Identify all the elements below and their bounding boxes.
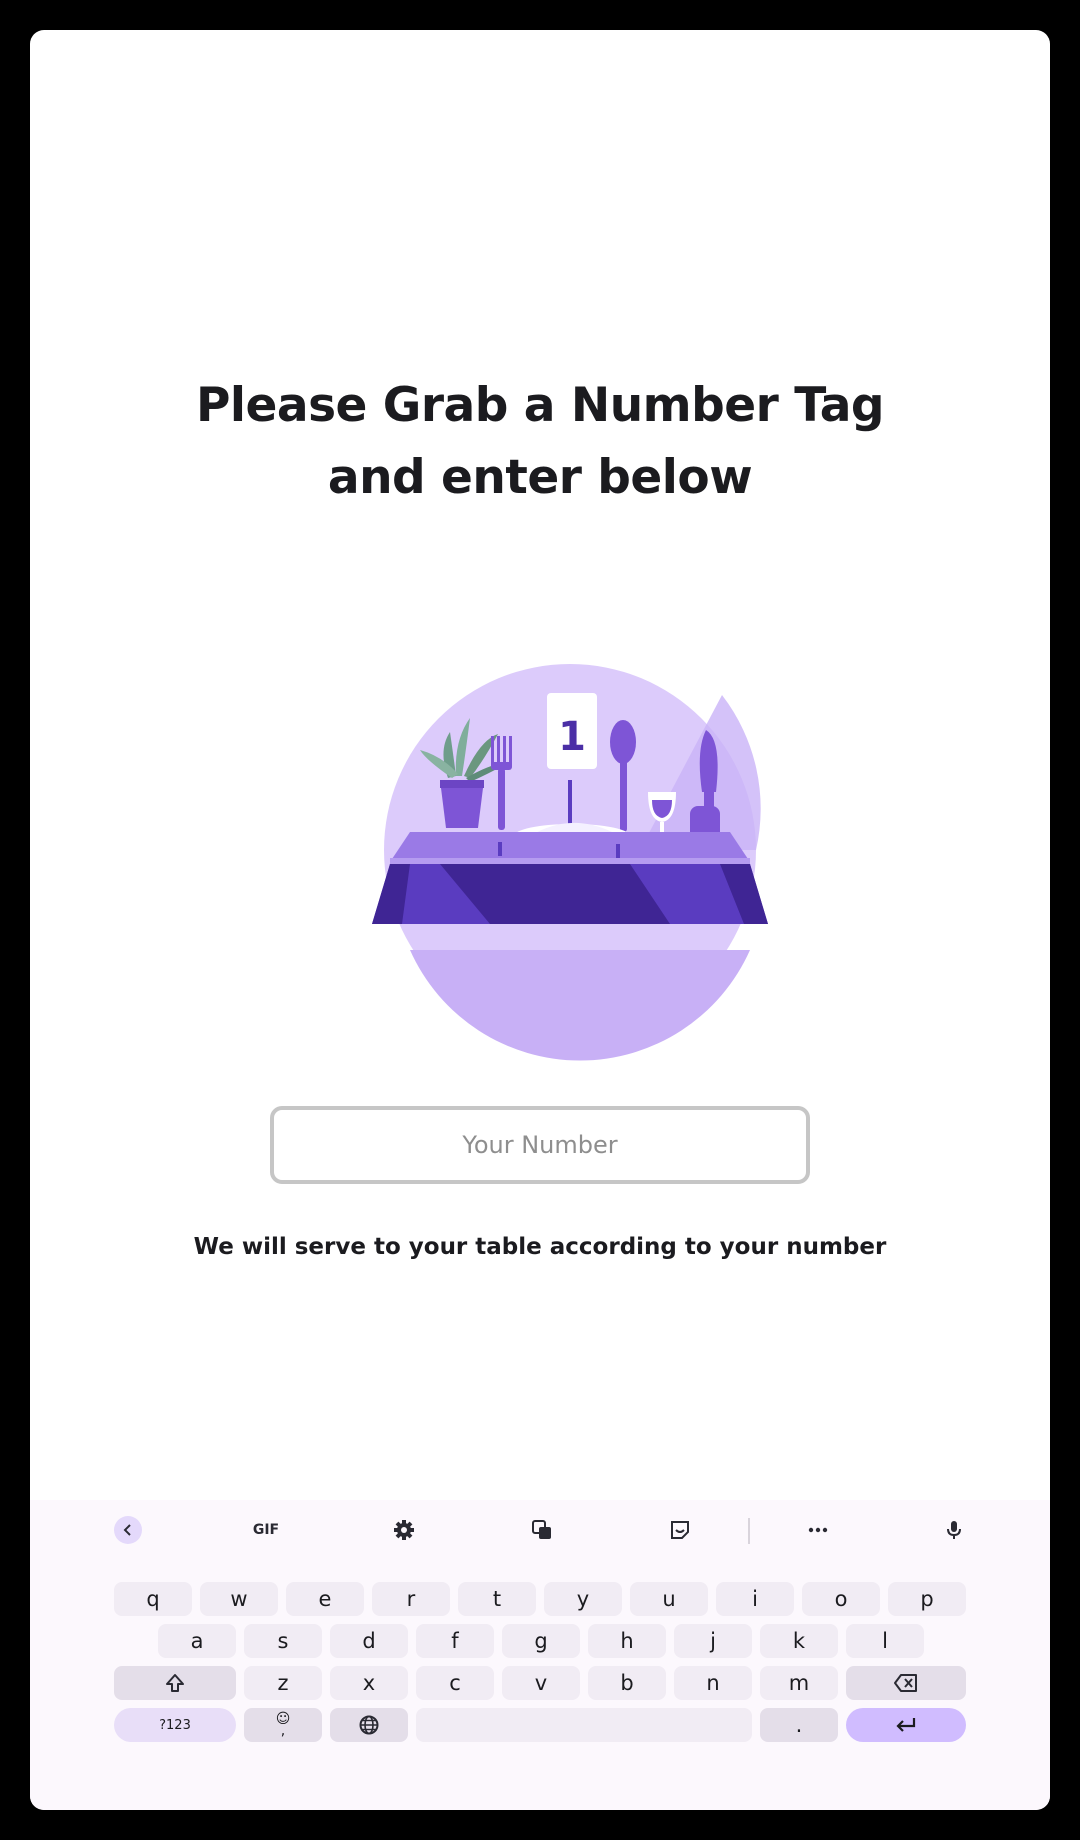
sticker-icon[interactable]	[664, 1514, 696, 1546]
key-v[interactable]: v	[502, 1666, 580, 1700]
key-p[interactable]: p	[888, 1582, 966, 1616]
key-a[interactable]: a	[158, 1624, 236, 1658]
key-f[interactable]: f	[416, 1624, 494, 1658]
key-s[interactable]: s	[244, 1624, 322, 1658]
number-input[interactable]	[270, 1106, 810, 1184]
key-w[interactable]: w	[200, 1582, 278, 1616]
comma-label: ,	[280, 1723, 286, 1739]
gif-button[interactable]: GIF	[244, 1514, 288, 1546]
key-h[interactable]: h	[588, 1624, 666, 1658]
key-b[interactable]: b	[588, 1666, 666, 1700]
table-fork	[498, 842, 502, 856]
backspace-key[interactable]	[846, 1666, 966, 1700]
key-d[interactable]: d	[330, 1624, 408, 1658]
translate-icon[interactable]	[526, 1514, 558, 1546]
backspace-icon	[894, 1674, 917, 1692]
keyboard-toolbar: GIF	[30, 1500, 1050, 1560]
circle-bottom	[410, 950, 750, 1061]
key-n[interactable]: n	[674, 1666, 752, 1700]
emoji-comma-key[interactable]: ☺ ,	[244, 1708, 322, 1742]
key-y[interactable]: y	[544, 1582, 622, 1616]
shift-key[interactable]	[114, 1666, 236, 1700]
globe-key[interactable]	[330, 1708, 408, 1742]
period-key[interactable]: .	[760, 1708, 838, 1742]
key-c[interactable]: c	[416, 1666, 494, 1700]
space-key[interactable]	[416, 1708, 752, 1742]
table-knife	[616, 844, 620, 858]
device-frame: Please Grab a Number Tag and enter below	[0, 0, 1080, 1840]
key-t[interactable]: t	[458, 1582, 536, 1616]
more-horizontal-icon[interactable]	[802, 1514, 834, 1546]
key-j[interactable]: j	[674, 1624, 752, 1658]
key-o[interactable]: o	[802, 1582, 880, 1616]
key-r[interactable]: r	[372, 1582, 450, 1616]
microphone-icon[interactable]	[938, 1514, 970, 1546]
number-input-container	[270, 1106, 810, 1184]
table-top	[390, 832, 750, 862]
gear-icon[interactable]	[388, 1514, 420, 1546]
symbols-key[interactable]: ?123	[114, 1708, 236, 1742]
shift-icon	[166, 1674, 184, 1692]
key-l[interactable]: l	[846, 1624, 924, 1658]
page-title: Please Grab a Number Tag and enter below	[30, 370, 1050, 514]
key-z[interactable]: z	[244, 1666, 322, 1700]
screen: Please Grab a Number Tag and enter below	[30, 30, 1050, 1810]
enter-icon	[896, 1718, 916, 1732]
table-illustration: 1	[372, 664, 768, 1061]
globe-icon	[359, 1715, 379, 1735]
enter-key[interactable]	[846, 1708, 966, 1742]
chevron-left-icon[interactable]	[114, 1516, 142, 1544]
key-m[interactable]: m	[760, 1666, 838, 1700]
key-x[interactable]: x	[330, 1666, 408, 1700]
title-line-2: and enter below	[327, 450, 753, 505]
key-g[interactable]: g	[502, 1624, 580, 1658]
title-line-1: Please Grab a Number Tag	[195, 378, 885, 433]
key-u[interactable]: u	[630, 1582, 708, 1616]
key-e[interactable]: e	[286, 1582, 364, 1616]
key-k[interactable]: k	[760, 1624, 838, 1658]
key-q[interactable]: q	[114, 1582, 192, 1616]
key-i[interactable]: i	[716, 1582, 794, 1616]
on-screen-keyboard: GIF q w e r t y u i o p a s d f g h j k …	[30, 1500, 1050, 1810]
tag-number: 1	[558, 714, 586, 760]
hint-text: We will serve to your table according to…	[193, 1234, 887, 1260]
toolbar-divider	[748, 1518, 750, 1544]
